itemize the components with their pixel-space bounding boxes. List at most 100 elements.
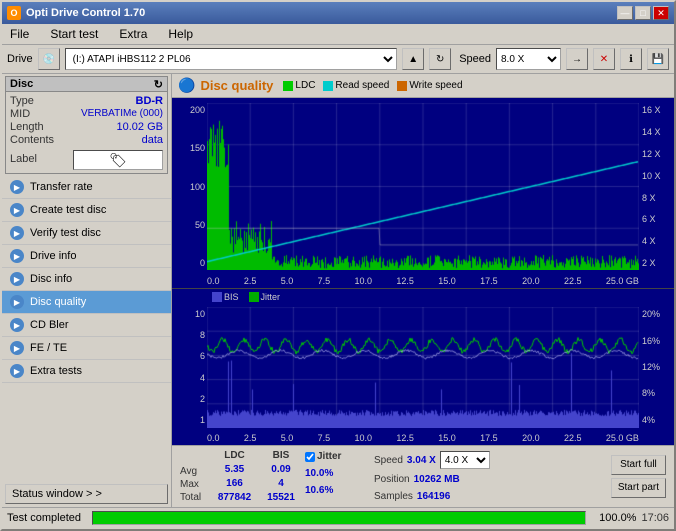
progress-bar: [92, 511, 586, 525]
drive-info-icon: ▶: [10, 249, 24, 263]
speed-stat-label: Speed: [374, 455, 403, 466]
progress-text: 100.0%: [591, 512, 636, 524]
stats-right-col: Speed 3.04 X 4.0 X Position 10262 MB Sam…: [374, 449, 607, 504]
status-window-button[interactable]: Status window > >: [5, 484, 168, 504]
maximize-button[interactable]: □: [635, 6, 651, 20]
drive-select[interactable]: (I:) ATAPI iHBS112 2 PL06: [65, 48, 398, 70]
fe-te-icon: ▶: [10, 341, 24, 355]
verify-test-disc-icon: ▶: [10, 226, 24, 240]
sidebar-item-verify-test-disc[interactable]: ▶ Verify test disc: [2, 222, 171, 245]
stats-ldc-col: LDC 5.35 166 877842: [212, 449, 257, 504]
info-button[interactable]: ℹ: [620, 48, 642, 70]
bottom-chart: BIS Jitter 10 8 6 4 2 1: [172, 288, 674, 445]
menu-bar: File Start test Extra Help: [2, 24, 674, 45]
drive-eject-button[interactable]: ▲: [402, 48, 424, 70]
speed-stat-val: 3.04 X: [407, 455, 436, 466]
top-y-axis-right: 16 X 14 X 12 X 10 X 8 X 6 X 4 X 2 X: [639, 103, 674, 270]
bis-legend-box: [212, 292, 222, 302]
status-bar: Test completed 100.0% 17:06: [2, 507, 674, 529]
sidebar: Disc ↻ Type BD-R MID VERBATIMe (000) Len…: [2, 74, 172, 507]
window-controls: — □ ✕: [617, 6, 669, 20]
y-label-50: 50: [174, 220, 205, 230]
bis-total-val: 15521: [261, 492, 301, 503]
drive-refresh-button[interactable]: ↻: [429, 48, 451, 70]
y-label-150: 150: [174, 143, 205, 153]
start-full-button[interactable]: Start full: [611, 455, 666, 475]
length-value: 10.02 GB: [117, 121, 163, 133]
samples-label: Samples: [374, 491, 413, 502]
write-speed-legend-box: [397, 81, 407, 91]
speed-select[interactable]: 8.0 X: [496, 48, 561, 70]
ldc-max-val: 166: [212, 478, 257, 489]
app-icon: O: [7, 6, 21, 20]
y-label-200: 200: [174, 105, 205, 115]
label-area: 🏷: [73, 150, 163, 170]
sidebar-item-disc-info[interactable]: ▶ Disc info: [2, 268, 171, 291]
stats-bis-col: BIS 0.09 4 15521: [261, 449, 301, 504]
bottom-y-axis-left: 10 8 6 4 2 1: [172, 307, 207, 427]
read-speed-legend-label: Read speed: [335, 80, 389, 91]
top-chart: 200 150 100 50 0 16 X 14 X 12 X 10 X 8 X…: [172, 98, 674, 288]
ldc-legend-box: [283, 81, 293, 91]
sidebar-item-extra-tests[interactable]: ▶ Extra tests: [2, 360, 171, 383]
position-val: 10262 MB: [414, 474, 460, 485]
yr-12x: 12 X: [642, 149, 671, 159]
label-icon: 🏷: [109, 152, 127, 169]
time-display: 17:06: [641, 512, 669, 524]
app-title: Opti Drive Control 1.70: [26, 7, 145, 19]
type-label: Type: [10, 95, 34, 107]
yr-14x: 14 X: [642, 127, 671, 137]
disc-info-icon: ▶: [10, 272, 24, 286]
yr-16x: 16 X: [642, 105, 671, 115]
drive-icon-button[interactable]: 💿: [38, 48, 60, 70]
top-x-axis: 0.0 2.5 5.0 7.5 10.0 12.5 15.0 17.5 20.0…: [207, 276, 639, 286]
disc-refresh-icon[interactable]: ↻: [154, 78, 163, 91]
sidebar-item-create-test-disc[interactable]: ▶ Create test disc: [2, 199, 171, 222]
ldc-header: LDC: [212, 450, 257, 461]
samples-val: 164196: [417, 491, 450, 502]
avg-label: Avg: [180, 466, 208, 477]
disc-panel: Disc ↻ Type BD-R MID VERBATIMe (000) Len…: [5, 76, 168, 174]
title-bar: O Opti Drive Control 1.70 — □ ✕: [2, 2, 674, 24]
length-label: Length: [10, 121, 44, 133]
close-button[interactable]: ✕: [653, 6, 669, 20]
position-label: Position: [374, 474, 410, 485]
disc-quality-icon: ▶: [10, 295, 24, 309]
right-panel: 🔵 Disc quality LDC Read speed Write spee…: [172, 74, 674, 507]
contents-label: Contents: [10, 134, 54, 146]
yr-4x: 4 X: [642, 236, 671, 246]
start-part-button[interactable]: Start part: [611, 478, 666, 498]
save-button[interactable]: 💾: [647, 48, 669, 70]
drive-bar: Drive 💿 (I:) ATAPI iHBS112 2 PL06 ▲ ↻ Sp…: [2, 45, 674, 74]
top-chart-canvas: [207, 103, 639, 270]
clear-button[interactable]: ✕: [593, 48, 615, 70]
menu-extra[interactable]: Extra: [116, 26, 150, 42]
menu-start-test[interactable]: Start test: [47, 26, 101, 42]
sidebar-item-transfer-rate[interactable]: ▶ Transfer rate: [2, 176, 171, 199]
type-value: BD-R: [136, 95, 164, 107]
read-speed-legend-box: [323, 81, 333, 91]
top-y-axis-left: 200 150 100 50 0: [172, 103, 207, 270]
speed-select-stats[interactable]: 4.0 X: [440, 451, 490, 469]
extra-tests-icon: ▶: [10, 364, 24, 378]
jitter-avg-val: 10.0%: [305, 468, 370, 479]
sidebar-item-fe-te[interactable]: ▶ FE / TE: [2, 337, 171, 360]
jitter-checkbox[interactable]: [305, 452, 315, 462]
bottom-chart-canvas: [207, 307, 639, 428]
yr-2x: 2 X: [642, 258, 671, 268]
speed-ok-button[interactable]: →: [566, 48, 588, 70]
max-label: Max: [180, 479, 208, 490]
ldc-total-val: 877842: [212, 492, 257, 503]
mid-label: MID: [10, 108, 30, 120]
create-test-disc-icon: ▶: [10, 203, 24, 217]
menu-file[interactable]: File: [7, 26, 32, 42]
progress-bar-fill: [93, 512, 585, 524]
sidebar-item-disc-quality[interactable]: ▶ Disc quality: [2, 291, 171, 314]
minimize-button[interactable]: —: [617, 6, 633, 20]
chart-legend: LDC Read speed Write speed: [283, 80, 462, 91]
sidebar-item-drive-info[interactable]: ▶ Drive info: [2, 245, 171, 268]
yr-10x: 10 X: [642, 171, 671, 181]
sidebar-item-cd-bler[interactable]: ▶ CD Bler: [2, 314, 171, 337]
drive-label: Drive: [7, 53, 33, 65]
menu-help[interactable]: Help: [165, 26, 196, 42]
